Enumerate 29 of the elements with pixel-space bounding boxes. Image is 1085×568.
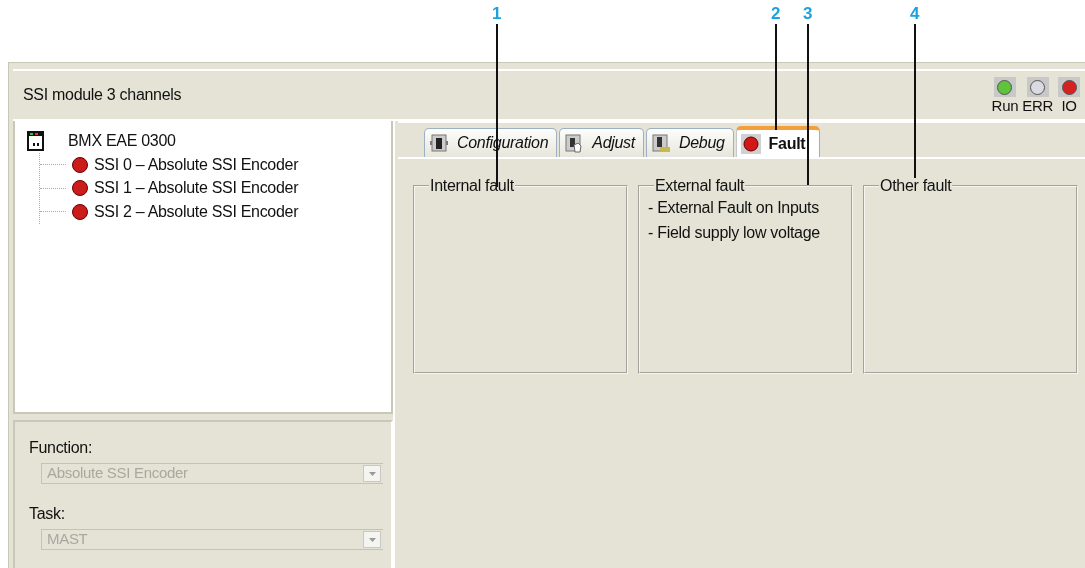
tab[interactable]: Adjust <box>559 128 644 157</box>
tree-item[interactable]: BMX EAE 0300 <box>68 129 176 153</box>
module-icon <box>27 131 44 151</box>
group-title: Internal fault <box>429 177 515 195</box>
tree-item[interactable]: SSI 2 – Absolute SSI Encoder <box>94 199 299 224</box>
tree-item[interactable]: SSI 0 – Absolute SSI Encoder <box>94 152 299 177</box>
led-label: Run <box>991 97 1019 114</box>
callout-number: 2 <box>771 5 781 23</box>
window-title: SSI module 3 channels <box>23 85 182 105</box>
callout-number: 4 <box>910 5 920 23</box>
led-label: ERR <box>1022 97 1053 114</box>
fault-dot-icon <box>740 133 761 154</box>
callout-number: 1 <box>492 5 502 23</box>
tree-item[interactable]: SSI 1 – Absolute SSI Encoder <box>94 176 299 201</box>
module-icon <box>564 133 585 153</box>
tab[interactable]: Fault <box>735 126 821 157</box>
group-title: Other fault <box>879 177 953 195</box>
field-label: Task: <box>29 504 66 524</box>
group-title: External fault <box>654 177 746 195</box>
field-label: Function: <box>29 438 94 458</box>
fault-message: - Field supply low voltage <box>648 223 821 243</box>
dropdown-arrow-icon <box>368 537 376 542</box>
module-icon <box>650 133 671 153</box>
dropdown-arrow-icon <box>368 471 376 476</box>
module-icon <box>429 133 449 153</box>
led-label: IO <box>1061 97 1077 114</box>
tab[interactable]: Debug <box>645 128 734 157</box>
fault-message: - External Fault on Inputs <box>648 198 820 218</box>
callout-number: 3 <box>803 5 813 23</box>
